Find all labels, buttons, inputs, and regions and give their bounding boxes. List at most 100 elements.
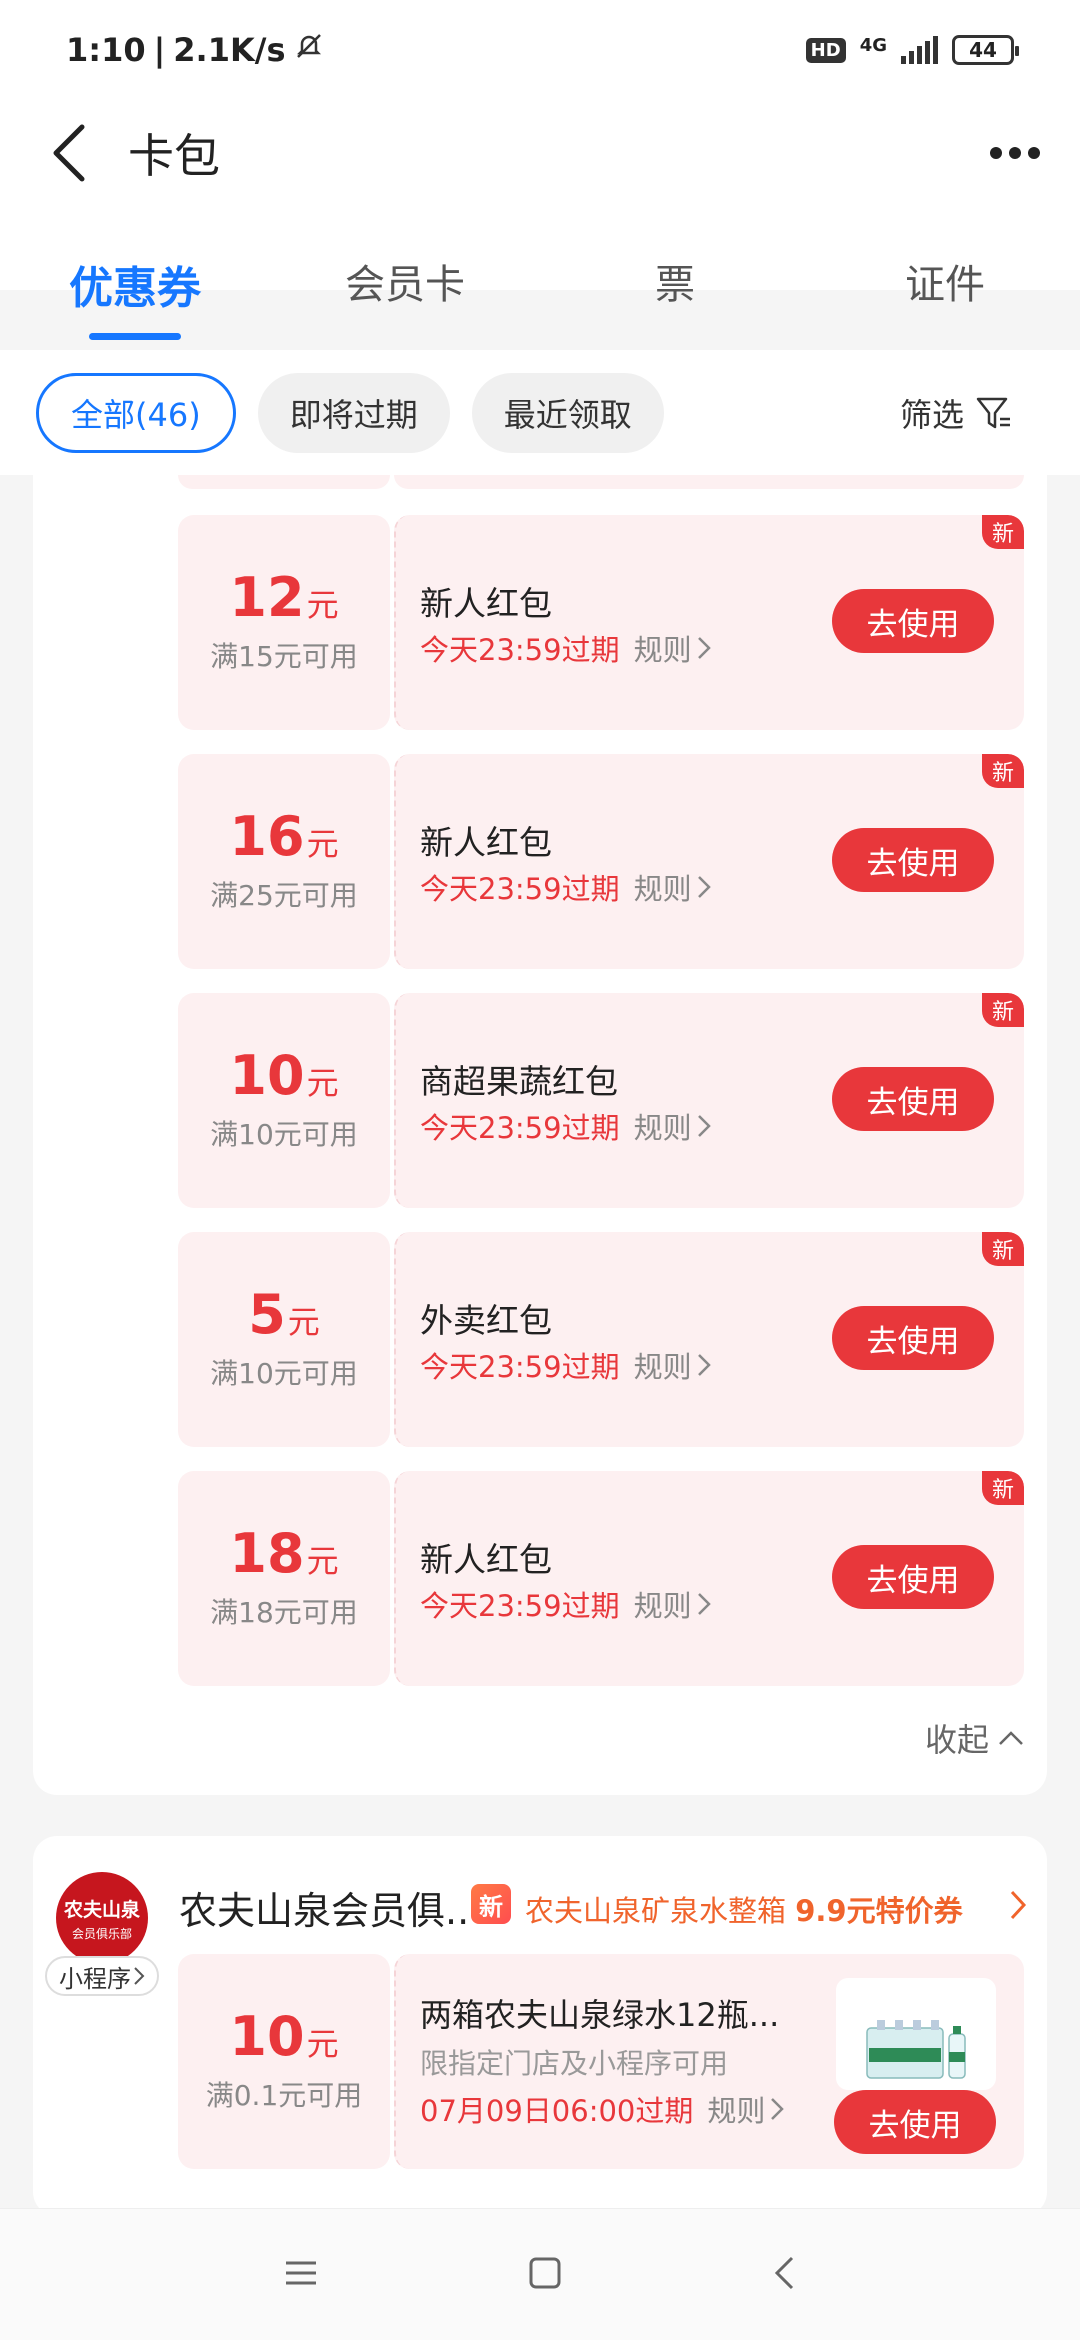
back-button[interactable]	[40, 118, 100, 188]
promo-text: 农夫山泉矿泉水整箱	[525, 1894, 787, 1928]
coupon-amount: 12	[229, 565, 305, 629]
chevron-right-icon	[697, 876, 711, 898]
rules-link[interactable]: 规则	[634, 866, 712, 908]
new-badge: 新	[982, 1471, 1024, 1505]
coupon-card[interactable]: 12元 满15元可用 新人红包 今天23:59过期 规则 去使用 新	[178, 515, 1024, 730]
chevron-right-icon	[697, 1593, 711, 1615]
coupon-card[interactable]: 18元 满18元可用 新人红包 今天23:59过期 规则 去使用 新	[178, 1471, 1024, 1686]
coupon-condition: 满25元可用	[210, 878, 358, 912]
status-speed: 2.1K/s	[173, 31, 286, 69]
tab-tickets[interactable]: 票	[540, 230, 810, 320]
status-time: 1:10	[66, 31, 146, 69]
coupon-condition: 满10元可用	[210, 1356, 358, 1390]
rules-link[interactable]: 规则	[634, 1105, 712, 1147]
coupon-details: 商超果蔬红包 今天23:59过期 规则 去使用 新	[394, 993, 1024, 1208]
merchant-logo[interactable]: 农夫山泉 会员俱乐部	[56, 1872, 148, 1964]
tab-member-cards[interactable]: 会员卡	[270, 230, 540, 320]
more-options-button[interactable]	[980, 128, 1050, 178]
page-title: 卡包	[128, 129, 220, 183]
coupon-details: 两箱农夫山泉绿水12瓶... 限指定门店及小程序可用 07月09日06:00过期…	[394, 1954, 1024, 2169]
chevron-right-icon[interactable]	[1009, 1888, 1027, 1926]
coupon-unit: 元	[306, 2024, 339, 2063]
rules-link[interactable]: 规则	[634, 627, 712, 669]
home-nav-button[interactable]	[528, 2256, 562, 2294]
coupon-details: 外卖红包 今天23:59过期 规则 去使用 新	[394, 1232, 1024, 1447]
filter-row: 全部(46) 即将过期 最近领取 筛选	[0, 350, 1080, 475]
coupon-expiry: 07月09日06:00过期	[420, 2094, 694, 2128]
battery-icon: 44	[952, 35, 1019, 65]
chevron-right-icon	[697, 1354, 711, 1376]
coupon-card[interactable]: 10元 满10元可用 商超果蔬红包 今天23:59过期 规则 去使用 新	[178, 993, 1024, 1208]
network-label: 4G	[859, 35, 887, 56]
use-coupon-button[interactable]: 去使用	[834, 2090, 996, 2154]
coupon-stub	[178, 475, 1024, 489]
chevron-right-icon	[771, 2098, 785, 2120]
menu-nav-button[interactable]	[284, 2259, 318, 2291]
more-dot-icon	[1028, 147, 1040, 159]
new-badge: 新	[982, 1232, 1024, 1266]
more-dot-icon	[1009, 147, 1021, 159]
back-nav-button[interactable]	[772, 2255, 796, 2295]
coupon-condition: 满18元可用	[210, 1595, 358, 1629]
back-arrow-icon	[53, 124, 85, 182]
chip-all[interactable]: 全部(46)	[36, 372, 236, 453]
coupon-name: 商超果蔬红包	[420, 1062, 618, 1101]
collapse-label: 收起	[924, 1721, 989, 1759]
use-coupon-button[interactable]: 去使用	[832, 828, 994, 892]
filter-icon	[976, 397, 1010, 428]
rules-link[interactable]: 规则	[634, 1583, 712, 1625]
coupon-details: 新人红包 今天23:59过期 规则 去使用 新	[394, 515, 1024, 730]
filter-button[interactable]: 筛选	[900, 390, 1044, 436]
coupon-amount: 10	[229, 2004, 305, 2068]
coupon-card[interactable]: 10元 满0.1元可用 两箱农夫山泉绿水12瓶... 限指定门店及小程序可用 0…	[178, 1954, 1024, 2169]
coupon-scope: 限指定门店及小程序可用	[420, 2047, 729, 2080]
use-coupon-button[interactable]: 去使用	[832, 589, 994, 653]
rules-link[interactable]: 规则	[707, 2088, 785, 2130]
chevron-right-icon	[134, 1967, 145, 1985]
system-nav-bar	[0, 2208, 1080, 2340]
menu-icon	[286, 2261, 316, 2284]
coupon-amount: 10	[229, 1043, 305, 1107]
home-square-icon	[529, 2257, 561, 2288]
coupon-amount: 16	[229, 804, 305, 868]
status-bar: 1:10 | 2.1K/s HD 4G 44	[0, 0, 1080, 100]
coupon-condition: 满0.1元可用	[205, 2078, 363, 2112]
promo-link[interactable]: 农夫山泉矿泉水整箱 9.9元特价券	[525, 1888, 963, 1930]
coupon-list: 12元 满15元可用 新人红包 今天23:59过期 规则 去使用 新 16元 满…	[33, 475, 1047, 1795]
rules-link[interactable]: 规则	[634, 1344, 712, 1386]
coupon-card[interactable]: 5元 满10元可用 外卖红包 今天23:59过期 规则 去使用 新	[178, 1232, 1024, 1447]
header: 卡包 优惠券 会员卡 票 证件	[0, 100, 1080, 340]
coupon-card[interactable]: 16元 满25元可用 新人红包 今天23:59过期 规则 去使用 新	[178, 754, 1024, 969]
coupon-expiry: 今天23:59过期	[420, 1589, 620, 1623]
logo-text: 农夫山泉	[63, 1898, 140, 1921]
hd-icon: HD	[805, 37, 846, 63]
coupon-name: 外卖红包	[420, 1301, 552, 1340]
tab-bar: 优惠券 会员卡 票 证件	[0, 230, 1080, 340]
coupon-expiry: 今天23:59过期	[420, 1350, 620, 1384]
coupon-value: 12元 满15元可用	[178, 515, 390, 730]
collapse-button[interactable]: 收起	[925, 1715, 1025, 1761]
use-coupon-button[interactable]: 去使用	[832, 1545, 994, 1609]
coupon-value: 10元 满10元可用	[178, 993, 390, 1208]
coupon-value: 5元 满10元可用	[178, 1232, 390, 1447]
mini-program-tag[interactable]: 小程序	[45, 1956, 159, 1996]
status-sep: |	[153, 31, 166, 69]
promo-price: 9.9元特价券	[795, 1894, 963, 1928]
coupon-condition: 满10元可用	[210, 1117, 358, 1151]
coupon-expiry: 今天23:59过期	[420, 872, 620, 906]
water-pack-icon	[866, 2020, 966, 2079]
chip-expiring-soon[interactable]: 即将过期	[257, 372, 450, 453]
use-coupon-button[interactable]: 去使用	[832, 1067, 994, 1131]
mini-program-label: 小程序	[59, 1964, 131, 1993]
chip-recently-received[interactable]: 最近领取	[471, 372, 664, 453]
tab-coupons[interactable]: 优惠券	[0, 230, 270, 340]
coupon-unit: 元	[306, 1541, 339, 1580]
product-image	[836, 1978, 996, 2090]
tab-documents[interactable]: 证件	[810, 230, 1080, 320]
merchant-name[interactable]: 农夫山泉会员俱...	[179, 1880, 469, 1935]
coupon-name: 两箱农夫山泉绿水12瓶...	[420, 1996, 780, 2034]
status-icons: HD 4G 44	[805, 35, 1019, 65]
use-coupon-button[interactable]: 去使用	[832, 1306, 994, 1370]
coupon-value: 10元 满0.1元可用	[178, 1954, 390, 2169]
signal-icon	[901, 36, 938, 64]
